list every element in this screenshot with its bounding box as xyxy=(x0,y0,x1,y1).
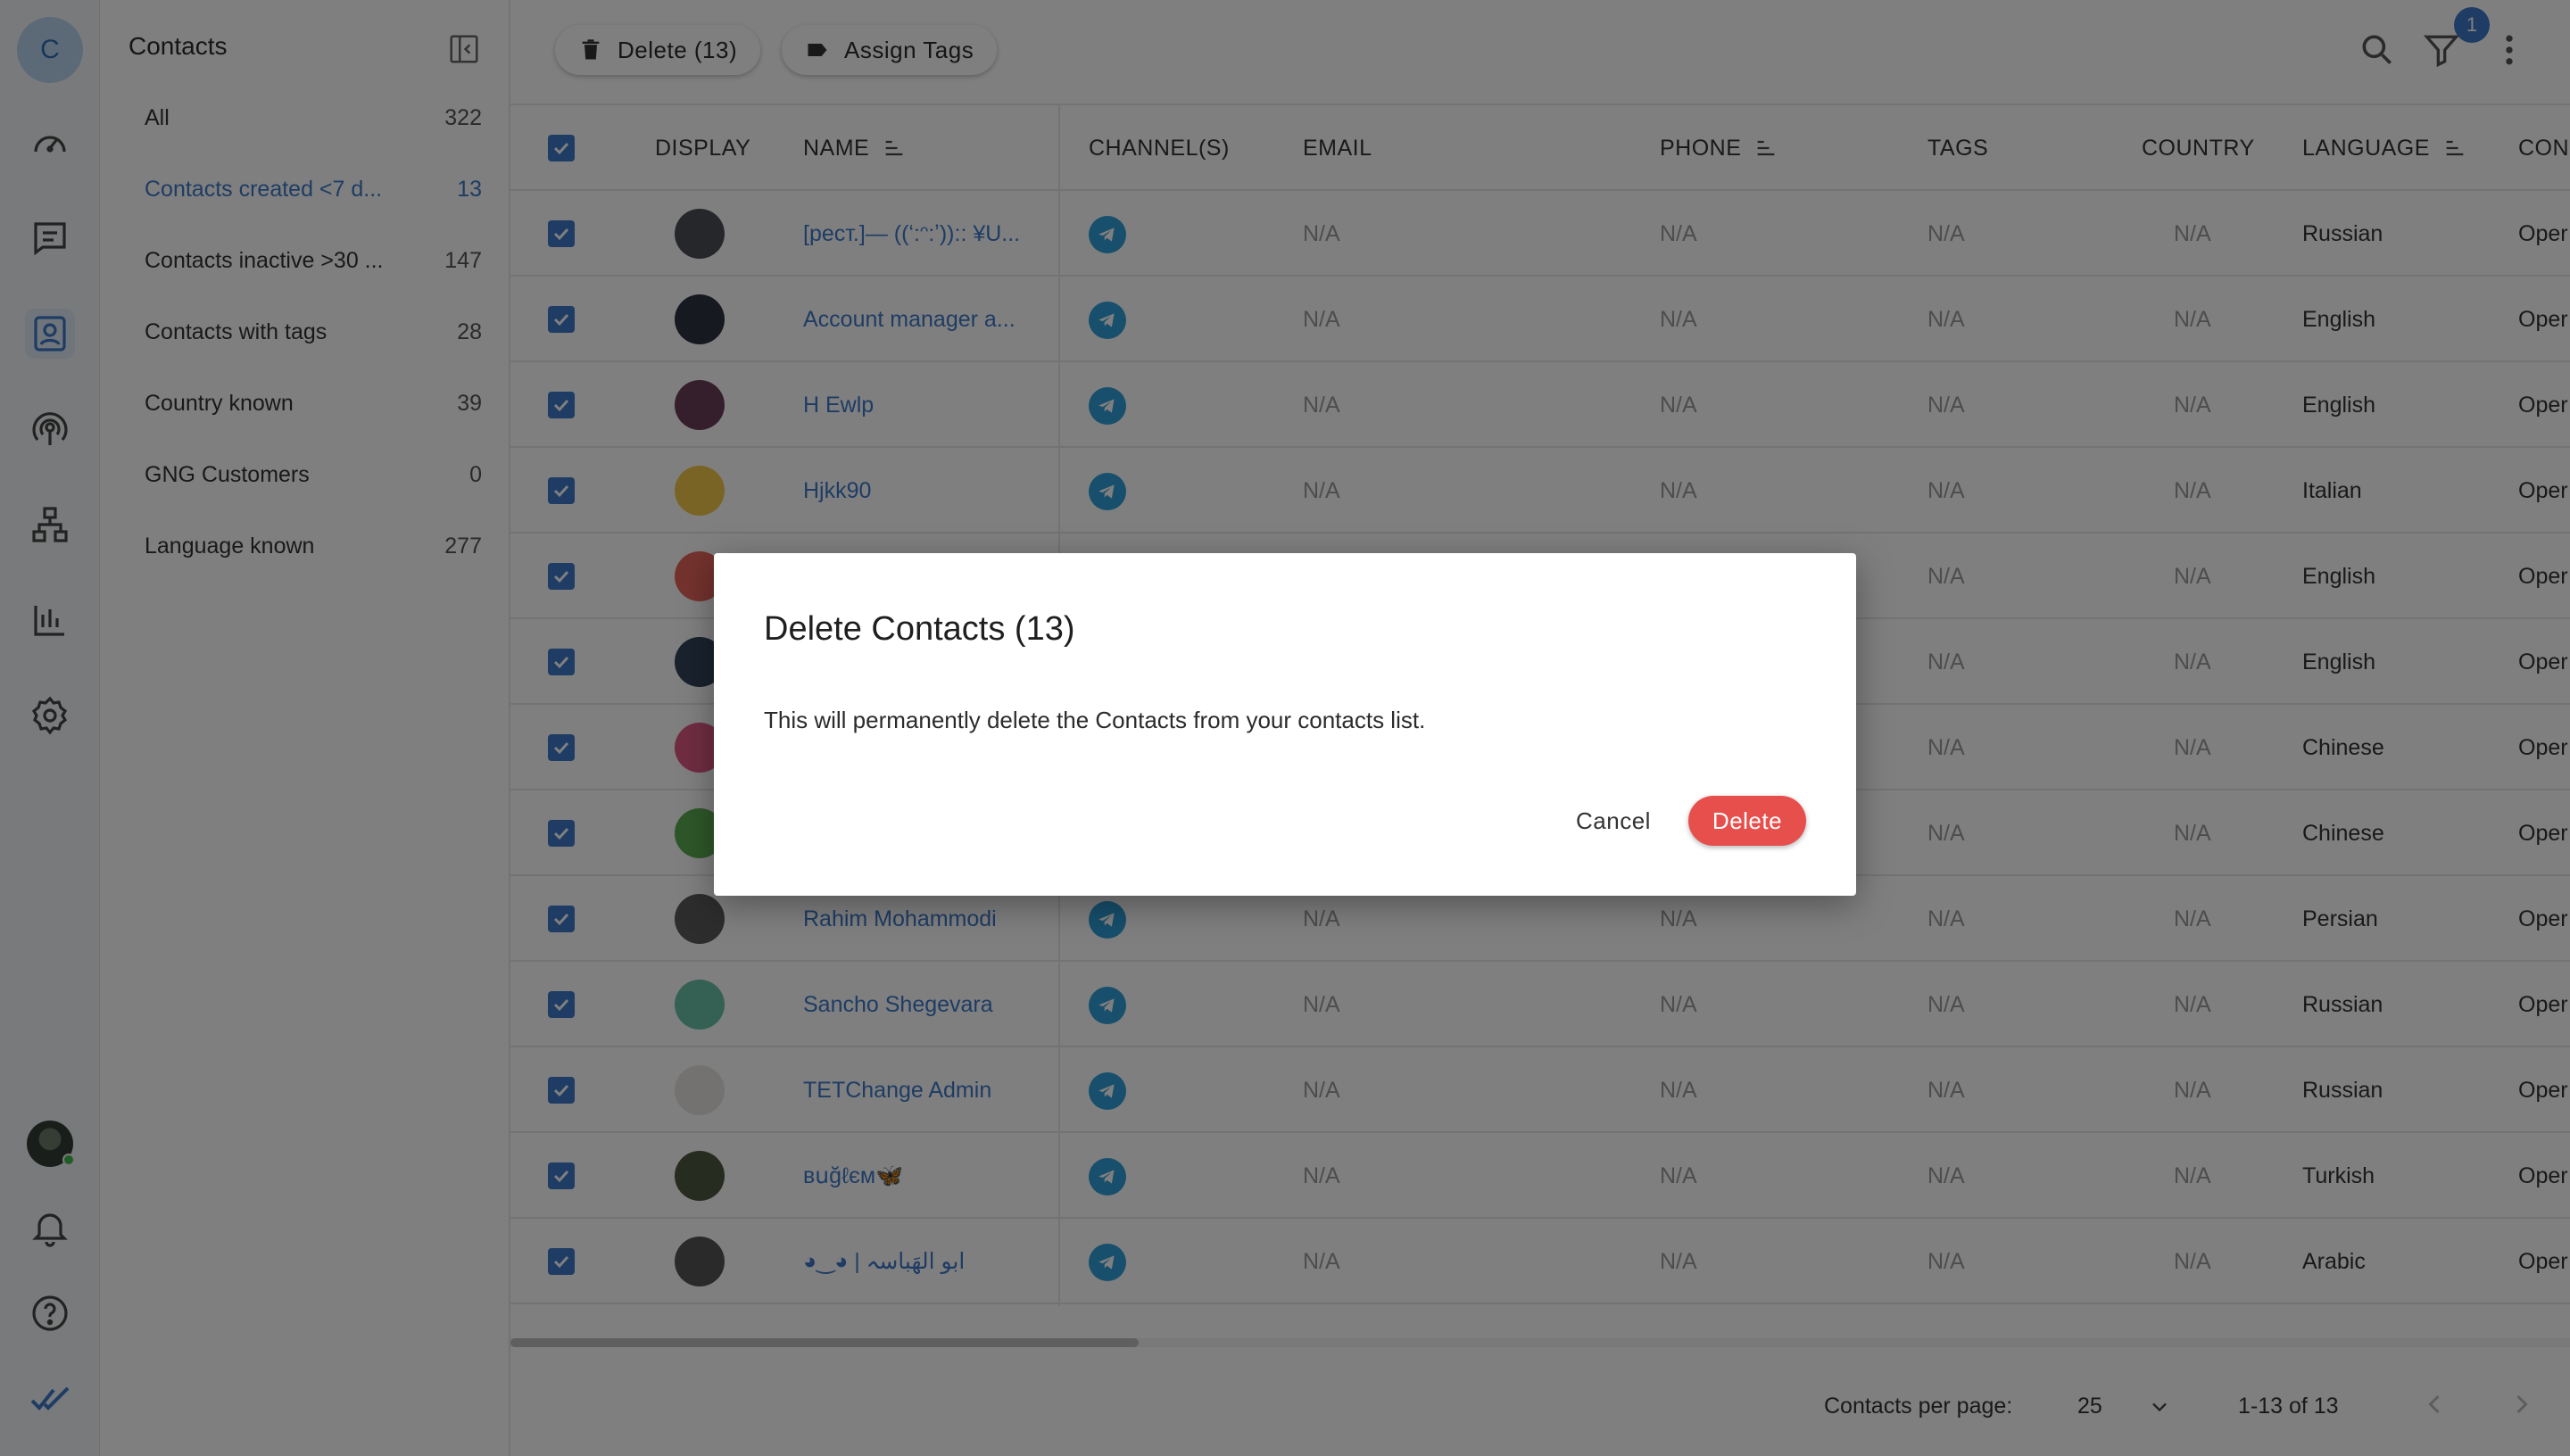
dialog-message: This will permanently delete the Contact… xyxy=(764,707,1426,733)
dialog-title: Delete Contacts (13) xyxy=(764,610,1075,648)
cancel-button[interactable]: Cancel xyxy=(1556,796,1670,846)
delete-contacts-dialog: Delete Contacts (13) This will permanent… xyxy=(714,553,1856,896)
confirm-delete-button[interactable]: Delete xyxy=(1688,796,1806,846)
